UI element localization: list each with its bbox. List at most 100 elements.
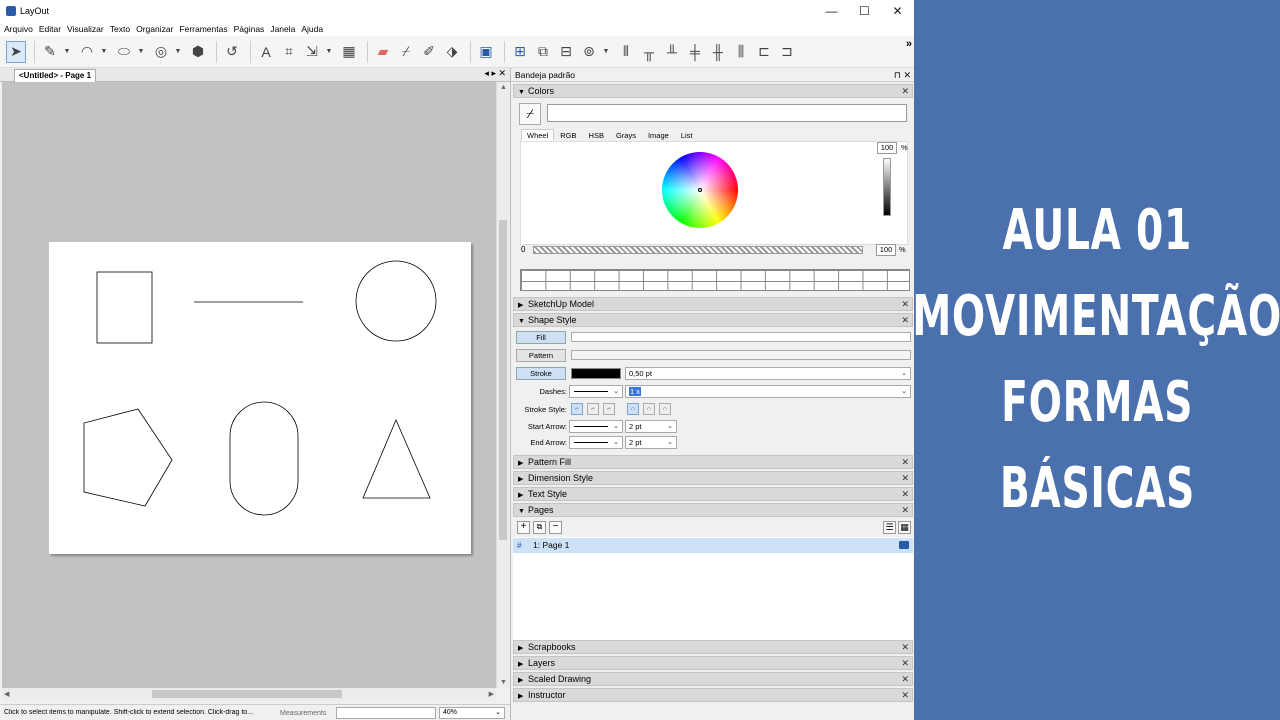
brightness-input[interactable]: 100: [877, 142, 897, 154]
eyedropper-icon[interactable]: ⌿: [519, 103, 541, 125]
end-arrow-size-select[interactable]: 2 pt ⌄: [625, 436, 677, 449]
join-bevel-icon[interactable]: ∩: [659, 403, 671, 415]
pattern-button[interactable]: Pattern: [516, 349, 566, 362]
pages-panel-header[interactable]: ▼ Pages ✕: [513, 503, 913, 517]
delete-page-icon[interactable]: ⊟: [556, 41, 576, 63]
color-swatch-grid[interactable]: [520, 269, 910, 291]
shape-dropdown-icon[interactable]: ▼: [137, 41, 145, 63]
rounded-rectangle-shape[interactable]: [229, 401, 299, 516]
pattern-bar[interactable]: [571, 350, 911, 360]
toolbar-overflow-icon[interactable]: »: [906, 38, 912, 50]
sketchup-model-panel-header[interactable]: ▶ SketchUp Model ✕: [513, 297, 913, 311]
text-tool-icon[interactable]: A: [256, 41, 276, 63]
instructor-panel-header[interactable]: ▶ Instructor ✕: [513, 688, 913, 702]
align-left-icon[interactable]: ⫴: [616, 41, 636, 63]
eyedropper-icon[interactable]: ⌿: [396, 41, 416, 63]
add-page-icon[interactable]: ⊞: [510, 41, 530, 63]
offset-dropdown-icon[interactable]: ▼: [174, 41, 182, 63]
menu-ferramentas[interactable]: Ferramentas: [179, 24, 227, 34]
scroll-left-icon[interactable]: ◀: [4, 690, 9, 698]
fill-color-bar[interactable]: [571, 332, 911, 342]
align-center-icon[interactable]: ╪: [685, 41, 705, 63]
join-round-icon[interactable]: ∩: [643, 403, 655, 415]
page-title[interactable]: 1: Page 1: [533, 538, 569, 553]
measurements-input[interactable]: [336, 707, 436, 719]
table-tool-icon[interactable]: ▦: [339, 41, 359, 63]
tab-grays[interactable]: Grays: [610, 129, 642, 141]
tab-rgb[interactable]: RGB: [554, 129, 582, 141]
align-top-icon[interactable]: ╥: [639, 41, 659, 63]
space-icon[interactable]: ⊏: [754, 41, 774, 63]
page-list-item[interactable]: # 1: Page 1: [513, 538, 913, 553]
triangle-shape[interactable]: [362, 418, 431, 499]
close-panel-icon[interactable]: ✕: [901, 472, 909, 484]
close-panel-icon[interactable]: ✕: [901, 689, 909, 701]
tray-controls-icon[interactable]: ⊓ ✕: [894, 68, 911, 82]
minimize-button[interactable]: —: [815, 0, 848, 22]
eraser-tool-icon[interactable]: ▰: [373, 41, 393, 63]
dimension-style-panel-header[interactable]: ▶ Dimension Style ✕: [513, 471, 913, 485]
stroke-color-swatch[interactable]: [571, 368, 621, 379]
scrapbooks-panel-header[interactable]: ▶ Scrapbooks ✕: [513, 640, 913, 654]
cap-square-icon[interactable]: ⌐: [603, 403, 615, 415]
stroke-width-select[interactable]: 0,50 pt ⌄: [625, 367, 911, 380]
align-middle-icon[interactable]: ╫: [708, 41, 728, 63]
paint-bucket-icon[interactable]: ⬢: [188, 41, 208, 63]
arc-tool-icon[interactable]: ◠: [77, 41, 97, 63]
vertical-scrollbar[interactable]: ▲ ▼: [496, 82, 509, 688]
cap-butt-icon[interactable]: ⌐: [571, 403, 583, 415]
pattern-fill-panel-header[interactable]: ▶ Pattern Fill ✕: [513, 455, 913, 469]
cap-round-icon[interactable]: ⌐: [587, 403, 599, 415]
flip-icon[interactable]: ⊐: [777, 41, 797, 63]
scaled-drawing-panel-header[interactable]: ▶ Scaled Drawing ✕: [513, 672, 913, 686]
paper-page[interactable]: [49, 242, 471, 554]
close-panel-icon[interactable]: ✕: [901, 298, 909, 310]
dimension-dropdown-icon[interactable]: ▼: [325, 41, 333, 63]
start-arrow-size-select[interactable]: 2 pt ⌄: [625, 420, 677, 433]
close-panel-icon[interactable]: ✕: [901, 641, 909, 653]
tab-image[interactable]: Image: [642, 129, 675, 141]
style-tool-icon[interactable]: ✐: [419, 41, 439, 63]
presentation-icon[interactable]: ▣: [476, 41, 496, 63]
scrapbook-icon[interactable]: ⊚: [579, 41, 599, 63]
stroke-button[interactable]: Stroke: [516, 367, 566, 380]
scroll-up-icon[interactable]: ▲: [500, 84, 507, 91]
join-miter-icon[interactable]: ∩: [627, 403, 639, 415]
opacity-slider[interactable]: [533, 246, 863, 254]
color-wheel[interactable]: [662, 152, 738, 228]
maximize-button[interactable]: ☐: [848, 0, 881, 22]
menu-janela[interactable]: Janela: [270, 24, 295, 34]
select-tool-icon[interactable]: ➤: [6, 40, 26, 63]
shape-tool-icon[interactable]: ⬭: [114, 41, 134, 63]
circle-shape[interactable]: [355, 260, 437, 342]
thumbnail-view-icon[interactable]: ▦: [898, 521, 911, 534]
add-page-icon[interactable]: +: [517, 521, 530, 534]
close-panel-icon[interactable]: ✕: [901, 673, 909, 685]
close-panel-icon[interactable]: ✕: [901, 657, 909, 669]
scrapbook-dropdown-icon[interactable]: ▼: [602, 41, 610, 63]
close-button[interactable]: ✕: [881, 0, 914, 22]
color-picker-dot[interactable]: [698, 188, 702, 192]
distribute-icon[interactable]: ⫼: [731, 41, 751, 63]
drawing-canvas[interactable]: [2, 82, 496, 688]
tab-navigation-icon[interactable]: ◂ ▸ ✕: [484, 68, 506, 79]
offset-tool-icon[interactable]: ◎: [151, 41, 171, 63]
horizontal-scrollbar[interactable]: ◀ ▶: [2, 688, 496, 701]
fill-button[interactable]: Fill: [516, 331, 566, 344]
duplicate-page-icon[interactable]: ⧉: [533, 521, 546, 534]
zoom-select[interactable]: 40% ⌄: [439, 707, 505, 719]
pentagon-shape[interactable]: [83, 408, 173, 507]
horizontal-scroll-thumb[interactable]: [152, 690, 342, 698]
list-view-icon[interactable]: ☰: [883, 521, 896, 534]
dashes-select[interactable]: ⌄: [569, 385, 623, 398]
tab-hsb[interactable]: HSB: [583, 129, 610, 141]
pencil-dropdown-icon[interactable]: ▼: [63, 41, 71, 63]
pencil-tool-icon[interactable]: ✎: [40, 41, 60, 63]
close-panel-icon[interactable]: ✕: [901, 85, 909, 97]
menu-visualizar[interactable]: Visualizar: [67, 24, 104, 34]
menu-arquivo[interactable]: Arquivo: [4, 24, 33, 34]
colors-panel-header[interactable]: ▼ Colors ✕: [513, 84, 913, 98]
close-panel-icon[interactable]: ✕: [901, 488, 909, 500]
start-arrow-select[interactable]: ⌄: [569, 420, 623, 433]
join-tool-icon[interactable]: ↺: [222, 41, 242, 63]
